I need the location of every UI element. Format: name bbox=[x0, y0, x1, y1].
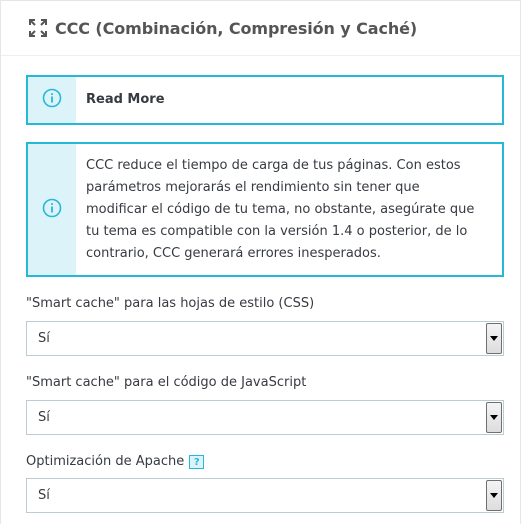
info-line: contrario, CCC generará errores inespera… bbox=[86, 245, 381, 261]
panel-heading: CCC (Combinación, Compresión y Caché) bbox=[1, 1, 520, 56]
info-circle-icon bbox=[42, 198, 62, 222]
alert-side bbox=[28, 77, 76, 123]
ccc-panel: CCC (Combinación, Compresión y Caché) Re… bbox=[0, 0, 521, 524]
alert-side bbox=[28, 144, 76, 275]
info-line: tu tema es compatible con la versión 1.4… bbox=[86, 223, 468, 239]
dropdown-arrow-icon[interactable] bbox=[486, 323, 502, 354]
apache-optimization-label: Optimización de Apache ? bbox=[26, 454, 205, 469]
info-line: CCC reduce el tiempo de carga de tus pág… bbox=[86, 157, 461, 173]
apache-optimization-select[interactable]: Sí bbox=[26, 478, 504, 513]
expand-arrows-icon bbox=[28, 18, 48, 38]
info-circle-icon bbox=[42, 88, 62, 112]
select-value: Sí bbox=[38, 488, 50, 503]
dropdown-arrow-icon[interactable] bbox=[486, 480, 502, 511]
read-more-alert[interactable]: Read More bbox=[26, 75, 504, 125]
select-value: Sí bbox=[38, 410, 50, 425]
css-cache-select[interactable]: Sí bbox=[26, 321, 504, 356]
info-alert-text: CCC reduce el tiempo de carga de tus pág… bbox=[76, 144, 484, 275]
info-alert: CCC reduce el tiempo de carga de tus pág… bbox=[26, 142, 504, 277]
dropdown-arrow-icon[interactable] bbox=[486, 402, 502, 433]
css-cache-label: "Smart cache" para las hojas de estilo (… bbox=[26, 296, 315, 311]
help-icon[interactable]: ? bbox=[189, 454, 205, 469]
info-line: modificar el código de tu tema, no obsta… bbox=[86, 201, 475, 217]
panel-title: CCC (Combinación, Compresión y Caché) bbox=[55, 18, 418, 38]
select-value: Sí bbox=[38, 331, 50, 346]
js-cache-select[interactable]: Sí bbox=[26, 400, 504, 435]
js-cache-label: "Smart cache" para el código de JavaScri… bbox=[26, 375, 307, 390]
read-more-link[interactable]: Read More bbox=[76, 77, 165, 123]
apache-label-text: Optimización de Apache bbox=[26, 454, 185, 469]
info-line: parámetros mejorarás el rendimiento sin … bbox=[86, 179, 420, 195]
